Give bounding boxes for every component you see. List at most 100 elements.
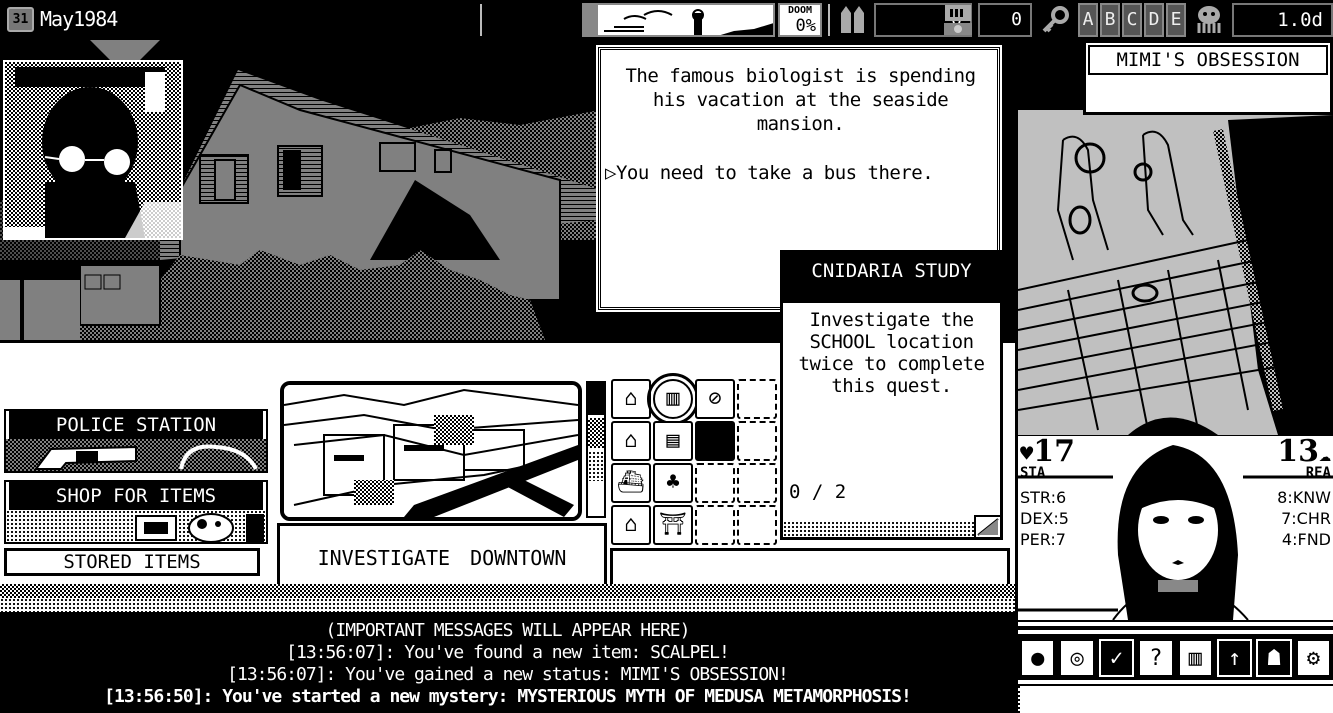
- key-icon[interactable]: [1040, 5, 1072, 35]
- location-button[interactable]: ⌂: [611, 379, 651, 419]
- stamina-value: 17: [1033, 435, 1075, 469]
- character-toolbar: ● ◎ ✓? ▥ ↑ ☗ ⚙: [1018, 636, 1333, 680]
- location-slot: [737, 379, 777, 419]
- gun-handcuffs-icon: [6, 439, 266, 471]
- location-slot: [695, 463, 735, 503]
- attribute-value: 7: [1281, 509, 1292, 528]
- location-button[interactable]: ⌂: [611, 421, 651, 461]
- attribute-label: CHR: [1296, 509, 1331, 528]
- location-button[interactable]: ▥: [647, 373, 699, 425]
- message-log: (IMPORTANT MESSAGES WILL APPEAR HERE) [13…: [0, 616, 1015, 713]
- location-button[interactable]: ⊘: [695, 379, 735, 419]
- calendar-icon: 31: [7, 7, 34, 32]
- attribute-value: 6: [1055, 488, 1067, 507]
- location-button[interactable]: ⛩: [653, 505, 693, 545]
- mystery-evidence-illustration: [1018, 110, 1333, 435]
- stamina-label: STA: [1020, 465, 1046, 481]
- biologist-silhouette-portrait: [5, 62, 181, 238]
- stamina-stat: ♥17: [1020, 435, 1075, 469]
- location-grid: ⌂ ▥ ⊘ ⌂ ▤ ⛴ ♣ ⌂ ⛩: [611, 373, 779, 547]
- police-station-button[interactable]: POLICE STATION: [4, 409, 268, 473]
- divider: [1018, 630, 1333, 634]
- attribute-value: 4: [1281, 530, 1293, 549]
- spiral-icon: ◎: [1070, 645, 1084, 671]
- divider: [1018, 680, 1333, 684]
- old-god-octopus-icon[interactable]: [1192, 3, 1226, 37]
- quest-card[interactable]: CNIDARIA STUDY Investigate the SCHOOL lo…: [780, 250, 1003, 540]
- old-god-button[interactable]: ☗: [1256, 639, 1292, 677]
- mystery-slot-e[interactable]: E: [1166, 3, 1186, 37]
- calendar-day: 31: [12, 12, 29, 27]
- level-up-icon: ↑: [1227, 645, 1242, 671]
- spiral-button[interactable]: ◎: [1059, 639, 1095, 677]
- shop-for-items-button[interactable]: SHOP FOR ITEMS: [4, 480, 268, 544]
- mystery-slot-d[interactable]: D: [1144, 3, 1164, 37]
- location-button[interactable]: ♣: [653, 463, 693, 503]
- contacts-icon: ?: [1149, 645, 1163, 671]
- scroll-thumb[interactable]: [588, 383, 604, 415]
- doom-meter: DOOM 0%: [778, 3, 822, 37]
- shop-label: SHOP FOR ITEMS: [6, 482, 266, 510]
- attribute-label: FND: [1297, 530, 1332, 549]
- ammo-icon: [838, 5, 868, 35]
- character-sheet: ♥17 STA 13☁ REA STR:6 DEX:5 PER:7 8:KNW 7:C…: [1018, 435, 1333, 620]
- divider-pattern: [0, 584, 1015, 598]
- investigation-duration: 1.0d: [1232, 3, 1333, 37]
- attribute-dex: DEX:5: [1020, 509, 1069, 528]
- status-effect-title: MIMI'S OBSESSION: [1088, 45, 1328, 75]
- downtown-isometric-illustration: [284, 385, 578, 517]
- location-button[interactable]: ⛴: [611, 463, 651, 503]
- police-station-label: POLICE STATION: [6, 411, 266, 439]
- funds-register-icon: [942, 3, 974, 37]
- mystery-slot-c[interactable]: C: [1122, 3, 1142, 37]
- status-effect-panel[interactable]: MIMI'S OBSESSION: [1083, 40, 1333, 115]
- settings-gear-icon: ⚙: [1306, 645, 1320, 671]
- quest-footer: [783, 521, 1000, 537]
- level-up-button[interactable]: ↑: [1216, 639, 1253, 677]
- contacts-button[interactable]: ?: [1138, 639, 1174, 677]
- city-button[interactable]: ▥: [1177, 639, 1213, 677]
- quest-title: CNIDARIA STUDY: [783, 253, 1000, 303]
- log-message: (IMPORTANT MESSAGES WILL APPEAR HERE): [325, 620, 691, 641]
- divider: [828, 4, 830, 36]
- attribute-label: STR: [1020, 488, 1051, 507]
- office-building-icon: ▥: [666, 386, 680, 411]
- attribute-list-right: 8:KNW 7:CHR 4:FND: [1277, 487, 1331, 550]
- lighthouse-scene-icon: [584, 5, 773, 35]
- settings-gear-button[interactable]: ⚙: [1295, 639, 1331, 677]
- stamina-heart-icon: ♥: [1020, 442, 1034, 467]
- log-message: [13:56:50]: You've started a new mystery…: [104, 686, 912, 707]
- reason-brain-icon: ☁: [1318, 442, 1331, 466]
- message-log-lines: (IMPORTANT MESSAGES WILL APPEAR HERE) [13…: [0, 616, 1015, 708]
- mystery-slot-b[interactable]: B: [1100, 3, 1120, 37]
- attribute-str: STR:6: [1020, 488, 1067, 507]
- mystery-slot-a[interactable]: A: [1078, 3, 1098, 37]
- dialog-choice-label: You need to take a bus there.: [615, 162, 934, 184]
- attribute-knw: 8:KNW: [1277, 488, 1331, 507]
- tooltip-area: [1018, 686, 1333, 713]
- inventory-bag-button[interactable]: ●: [1020, 639, 1056, 677]
- checklist-button[interactable]: ✓: [1098, 639, 1135, 677]
- doom-progress-scenery: [582, 3, 775, 37]
- top-bar: 31 May1984 DOOM 0% 0 0 A B C D E 1.0d: [0, 0, 1333, 40]
- reason-value: 13: [1277, 435, 1319, 469]
- current-date: May1984: [40, 7, 118, 31]
- attribute-list-left: STR:6 DEX:5 PER:7: [1020, 487, 1069, 550]
- doom-value: 0%: [795, 16, 816, 36]
- reason-stat: 13☁: [1277, 437, 1331, 467]
- stored-items-button[interactable]: STORED ITEMS: [4, 548, 260, 576]
- district-scrollbar[interactable]: [586, 381, 606, 518]
- reason-label: REA: [1305, 465, 1331, 481]
- location-button[interactable]: ▤: [653, 421, 693, 461]
- mansion-icon: ⌂: [624, 512, 638, 537]
- inventory-bag-icon: ●: [1031, 645, 1045, 671]
- divider-pattern: [0, 598, 1015, 612]
- attribute-value: 8: [1277, 488, 1288, 507]
- location-slot: [737, 421, 777, 461]
- page-curl-icon[interactable]: [974, 515, 1000, 537]
- attribute-value: 7: [1055, 530, 1066, 549]
- attribute-label: PER: [1020, 530, 1051, 549]
- dialog-choice[interactable]: ▷You need to take a bus there.: [605, 162, 934, 184]
- location-button[interactable]: ⌂: [611, 505, 651, 545]
- quest-description: Investigate the SCHOOL location twice to…: [798, 309, 985, 397]
